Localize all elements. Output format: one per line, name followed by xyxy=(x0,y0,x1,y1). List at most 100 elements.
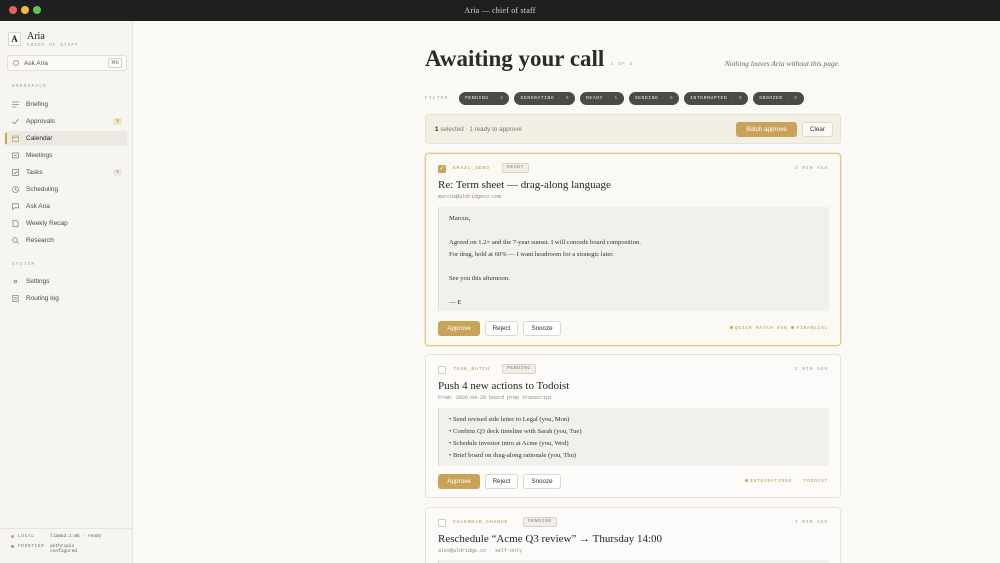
approvals-main: Awaiting your call 1 OF 4 Nothing leaves… xyxy=(133,21,1000,563)
local-model-key: LOCAL xyxy=(18,534,35,539)
chip-count: 0 xyxy=(794,96,798,101)
snooze-button[interactable]: Snooze xyxy=(523,321,561,336)
filter-chip-generating[interactable]: GENERATING · 0 xyxy=(514,92,576,105)
card-tags: INTEGRATIONS · TODOIST xyxy=(744,479,828,484)
sidebar-item-label: Approvals xyxy=(26,118,55,125)
task-line: • Send revised side letter to Legal (you… xyxy=(449,416,570,423)
selected-count: 1 xyxy=(435,126,439,133)
meetings-icon xyxy=(12,152,19,159)
sidebar-item-ask-aria[interactable]: Ask Aria xyxy=(5,199,127,214)
chip-count: 0 xyxy=(738,96,743,101)
clear-selection-button[interactable]: Clear xyxy=(802,122,833,137)
filter-chip-snoozed[interactable]: SNOOZED · 0 xyxy=(753,92,804,105)
shortcut-hint: ⌘K xyxy=(107,58,122,68)
sidebar-item-meetings[interactable]: Meetings xyxy=(5,148,127,163)
body-line: For drag, hold at 60% — I want headroom … xyxy=(449,251,614,258)
card-select-checkbox[interactable]: ✓ xyxy=(438,165,446,173)
local-model-value: llama3.1:8b · ready xyxy=(50,534,102,539)
frontier-config-state: configured xyxy=(50,549,78,554)
body-line: Marcus, xyxy=(449,215,471,222)
ready-count-text: · 1 ready to approve xyxy=(465,126,522,133)
sidebar-item-research[interactable]: Research xyxy=(5,233,127,248)
check-icon xyxy=(12,118,19,125)
card-recipient: marcus@aldridgeco.com xyxy=(438,194,502,200)
chip-label: SNOOZED xyxy=(759,96,783,101)
reject-button[interactable]: Reject xyxy=(485,474,518,489)
sidebar-item-approvals[interactable]: Approvals 5 xyxy=(5,114,127,129)
card-attendees: alex@aldridge.co · self-only xyxy=(438,548,523,554)
sidebar-item-briefing[interactable]: Briefing xyxy=(5,97,127,112)
status-badge: PENDING xyxy=(523,517,557,527)
approval-card[interactable]: ✓ EMAIL_SEND READY 2 MIN AGO Re: Term sh… xyxy=(425,153,841,346)
selection-summary: 1 selected · 1 ready to approve xyxy=(435,126,522,133)
approve-button[interactable]: Approve xyxy=(438,474,480,489)
sidebar-item-label: Ask Aria xyxy=(26,203,50,210)
ask-aria-input[interactable]: Ask Aria ⌘K xyxy=(7,55,127,71)
body-line: See you this afternoon. xyxy=(449,275,510,282)
system-section-label: SYSTEM xyxy=(12,262,36,267)
body-line xyxy=(449,225,819,237)
frontier-model-key: FRONTIER xyxy=(18,544,45,549)
tasks-icon xyxy=(12,169,19,176)
status-badge: READY xyxy=(502,163,530,173)
tag-separator: · xyxy=(795,479,800,484)
sidebar: A Aria CHIEF OF STAFF Ask Aria ⌘K WORKSP… xyxy=(0,21,133,563)
sidebar-item-label: Settings xyxy=(26,278,50,285)
tag-label: QUICK MATCH 94% xyxy=(734,326,788,331)
chip-label: GENERATING xyxy=(520,96,555,101)
filter-label: FILTER xyxy=(425,96,449,101)
sidebar-item-label: Calendar xyxy=(26,135,53,142)
sidebar-item-label: Tasks xyxy=(26,169,43,176)
ask-aria-label: Ask Aria xyxy=(24,59,48,67)
snooze-button[interactable]: Snooze xyxy=(523,474,561,489)
minimize-window-button[interactable] xyxy=(21,6,29,14)
card-select-checkbox[interactable] xyxy=(438,366,446,374)
sidebar-item-label: Weekly Recap xyxy=(26,220,68,227)
calendar-icon xyxy=(12,135,19,142)
card-age: 2 MIN AGO xyxy=(794,367,828,372)
frontier-model-status: FRONTIER anthropic configured xyxy=(11,544,77,554)
frontier-model-value: anthropic configured xyxy=(50,544,77,554)
approval-card[interactable]: TASK_BATCH PENDING 2 MIN AGO Push 4 new … xyxy=(425,354,841,498)
aria-logo: A xyxy=(8,32,21,46)
approve-button[interactable]: Approve xyxy=(438,321,480,336)
filter-chip-ready[interactable]: READY · 1 xyxy=(580,92,624,105)
match-tag: QUICK MATCH 94% xyxy=(729,326,788,331)
page-title: Awaiting your call xyxy=(425,46,605,71)
zoom-window-button[interactable] xyxy=(33,6,41,14)
body-line: Agreed on 1.2× and the 7-year sunset. I … xyxy=(449,239,641,246)
filter-chip-sending[interactable]: SENDING · 0 xyxy=(628,92,680,105)
chip-count: 0 xyxy=(669,96,674,101)
approval-card[interactable]: CALENDAR_CHANGE PENDING 2 MIN AGO Resche… xyxy=(425,507,841,563)
sidebar-item-tasks[interactable]: Tasks 5 xyxy=(5,165,127,180)
sidebar-item-routing-log[interactable]: Routing log xyxy=(5,291,127,306)
page-note: Nothing leaves Aria without this page. xyxy=(724,59,840,68)
close-window-button[interactable] xyxy=(9,6,17,14)
sidebar-item-weekly-recap[interactable]: Weekly Recap xyxy=(5,216,127,231)
app-subtitle: CHIEF OF STAFF xyxy=(27,43,79,48)
chip-count: 3 xyxy=(500,96,504,101)
log-icon xyxy=(12,295,19,302)
sidebar-item-calendar[interactable]: Calendar xyxy=(5,131,127,146)
selection-bar: 1 selected · 1 ready to approve Batch ap… xyxy=(425,114,841,144)
sidebar-item-settings[interactable]: Settings xyxy=(5,274,127,289)
filter-chip-interrupted[interactable]: INTERRUPTED · 0 xyxy=(684,92,749,105)
workspace-section-label: WORKSPACE xyxy=(12,84,48,89)
card-type: TASK_BATCH xyxy=(453,367,490,372)
card-type: EMAIL_SEND xyxy=(453,166,490,171)
approvals-count-badge: 5 xyxy=(113,118,122,125)
brand: A Aria CHIEF OF STAFF xyxy=(8,32,79,48)
card-title: Reschedule “Acme Q3 review” → Thursday 1… xyxy=(438,533,663,545)
filter-chip-pending[interactable]: PENDING · 3 xyxy=(459,92,510,105)
batch-approve-button[interactable]: Batch approve xyxy=(736,122,797,137)
reject-button[interactable]: Reject xyxy=(485,321,518,336)
card-age: 2 MIN AGO xyxy=(794,166,828,171)
sidebar-item-scheduling[interactable]: Scheduling xyxy=(5,182,127,197)
selected-word: selected xyxy=(440,126,464,133)
card-select-checkbox[interactable] xyxy=(438,519,446,527)
title-bar: Aria — chief of staff xyxy=(0,0,1000,21)
chip-count: 1 xyxy=(614,96,618,101)
card-title: Push 4 new actions to Todoist xyxy=(438,380,570,392)
email-draft-body: Marcus, Agreed on 1.2× and the 7-year su… xyxy=(438,207,829,311)
status-dot-icon xyxy=(11,545,14,548)
